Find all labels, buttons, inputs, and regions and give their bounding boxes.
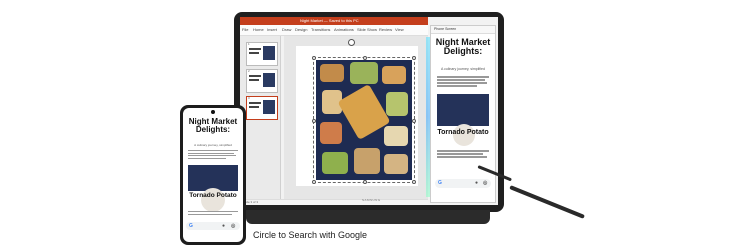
laptop-base bbox=[246, 210, 490, 224]
resize-handle[interactable] bbox=[412, 119, 416, 123]
tab-slide-show[interactable]: Slide Show bbox=[357, 27, 377, 32]
mirror-title: Night Market Delights: bbox=[435, 37, 491, 56]
laptop-screen: Night Market — Saved to this PC File Hom… bbox=[240, 17, 498, 205]
nav-bar bbox=[186, 233, 240, 239]
caption: Circle to Search with Google bbox=[253, 230, 368, 240]
slide-thumbnail-selected[interactable]: 3 bbox=[246, 96, 278, 120]
mirror-food-image bbox=[437, 94, 489, 126]
resize-handle[interactable] bbox=[312, 180, 316, 184]
lens-icon[interactable]: ◎ bbox=[483, 180, 487, 186]
tab-file[interactable]: File bbox=[242, 27, 248, 32]
mic-icon[interactable]: ● bbox=[222, 223, 225, 229]
slide-thumbnails: 1 2 3 bbox=[240, 36, 281, 202]
google-search-bar[interactable]: G ● ◎ bbox=[435, 179, 491, 188]
slide-thumbnail[interactable]: 2 bbox=[246, 69, 278, 93]
rotate-handle-icon[interactable] bbox=[348, 39, 355, 46]
tab-animations[interactable]: Animations bbox=[334, 27, 354, 32]
phone-paragraph-2 bbox=[188, 211, 238, 216]
mirror-titlebar: Phone Screen bbox=[431, 26, 495, 34]
tab-transitions[interactable]: Transitions bbox=[311, 27, 330, 32]
phone-paragraph bbox=[188, 150, 238, 160]
slide-canvas bbox=[284, 36, 428, 202]
thumbnail-number: 2 bbox=[248, 69, 250, 73]
thumbnail-number: 1 bbox=[248, 42, 250, 46]
tab-insert[interactable]: Insert bbox=[267, 27, 277, 32]
s-pen-body bbox=[509, 185, 585, 219]
camera-icon bbox=[211, 110, 215, 114]
mirror-paragraph-2 bbox=[437, 150, 489, 159]
google-g-icon: G bbox=[438, 180, 442, 186]
google-search-bar[interactable]: G ● ◎ bbox=[186, 222, 240, 230]
mirror-dish-name: Tornado Potato bbox=[437, 129, 489, 136]
phone-subtitle: A culinary journey, simplified bbox=[194, 143, 232, 147]
selection-frame bbox=[312, 56, 416, 184]
document-title: Night Market — Saved to this PC bbox=[300, 18, 359, 23]
powerpoint-titlebar: Night Market — Saved to this PC bbox=[240, 17, 428, 25]
slide-thumbnail[interactable]: 1 bbox=[246, 42, 278, 66]
slide bbox=[296, 46, 418, 186]
mirror-app-title: Phone Screen bbox=[434, 27, 457, 31]
thumbnail-number: 3 bbox=[248, 96, 250, 100]
tab-home[interactable]: Home bbox=[253, 27, 264, 32]
brand-label: SAMSUNG bbox=[362, 198, 381, 202]
tab-review[interactable]: Review bbox=[379, 27, 392, 32]
tab-draw[interactable]: Draw bbox=[282, 27, 291, 32]
resize-handle[interactable] bbox=[363, 180, 367, 184]
resize-handle[interactable] bbox=[412, 180, 416, 184]
ribbon: File Home Insert Draw Design Transitions… bbox=[240, 25, 428, 36]
mic-icon[interactable]: ● bbox=[475, 180, 478, 186]
resize-handle[interactable] bbox=[312, 56, 316, 60]
nav-bar bbox=[435, 192, 491, 198]
resize-handle[interactable] bbox=[363, 56, 367, 60]
tab-view[interactable]: View bbox=[395, 27, 404, 32]
google-g-icon: G bbox=[189, 223, 193, 229]
tab-design[interactable]: Design bbox=[295, 27, 307, 32]
mirror-subtitle: A culinary journey, simplified bbox=[441, 67, 485, 71]
lens-icon[interactable]: ◎ bbox=[231, 223, 235, 229]
resize-handle[interactable] bbox=[412, 56, 416, 60]
phone-mirror-window: Phone Screen Night Market Delights: A cu… bbox=[430, 25, 496, 203]
mirror-paragraph bbox=[437, 76, 489, 88]
phone-screen: Night Market Delights: A culinary journe… bbox=[183, 108, 243, 242]
phone-title: Night Market Delights: bbox=[188, 117, 238, 134]
resize-handle[interactable] bbox=[312, 119, 316, 123]
status-bar: Slide 3 of 3 bbox=[240, 199, 428, 205]
phone-dish-name: Tornado Potato bbox=[189, 192, 237, 199]
